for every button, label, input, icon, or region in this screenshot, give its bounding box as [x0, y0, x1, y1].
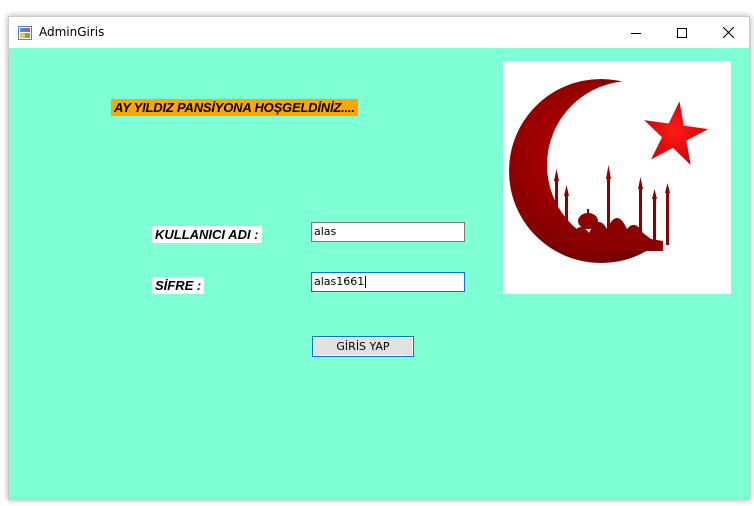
crescent-star-mosque-logo-icon: [509, 79, 709, 263]
password-input[interactable]: alas1661: [311, 272, 465, 292]
username-label: KULLANICI ADI :: [152, 226, 262, 243]
login-button[interactable]: GİRİS YAP: [312, 336, 414, 357]
welcome-label: AY YILDIZ PANSİYONA HOŞGELDİNİZ....: [111, 99, 358, 116]
maximize-icon: [677, 27, 687, 38]
admin-login-window: AdminGiris AY YILDIZ PANSİYONA HOŞGELDİN…: [8, 16, 750, 500]
minimize-icon: [631, 32, 641, 34]
close-button[interactable]: [705, 17, 751, 48]
minimize-button[interactable]: [613, 17, 659, 48]
text-caret: [365, 276, 367, 288]
app-icon: [18, 26, 32, 40]
password-label: SİFRE :: [152, 277, 205, 294]
close-icon: [722, 27, 734, 38]
form-client-area: AY YILDIZ PANSİYONA HOŞGELDİNİZ.... KULL…: [9, 48, 749, 499]
maximize-button[interactable]: [659, 17, 705, 48]
logo-picturebox: [503, 61, 731, 294]
password-value: alas1661: [314, 275, 365, 288]
title-bar[interactable]: AdminGiris: [9, 17, 749, 48]
window-title: AdminGiris: [39, 25, 105, 39]
username-input[interactable]: alas: [311, 222, 465, 242]
username-value: alas: [314, 225, 337, 238]
